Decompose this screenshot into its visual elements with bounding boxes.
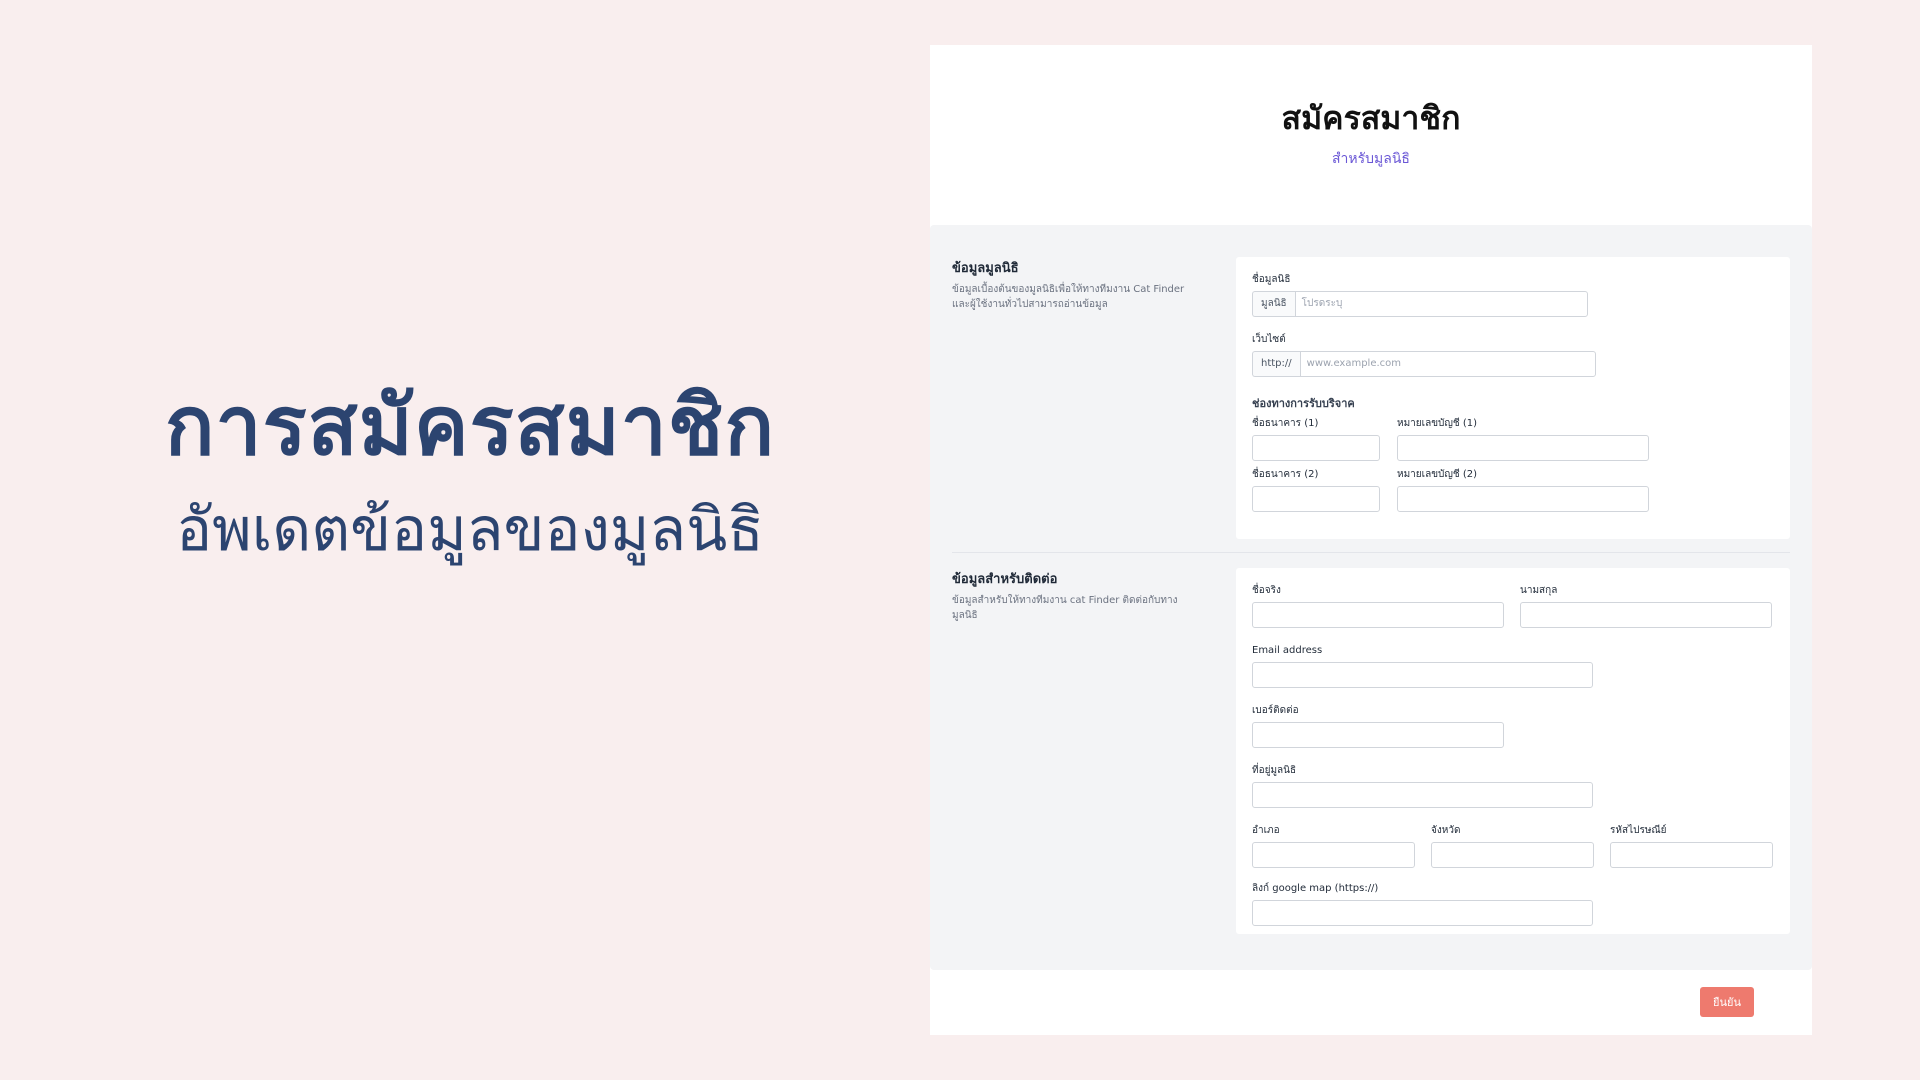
website-input[interactable]: www.example.com [1299,351,1596,377]
district-field: อำเภอ [1252,824,1415,868]
google-map-input[interactable] [1252,900,1593,926]
province-input[interactable] [1431,842,1594,868]
foundation-name-prefix: มูลนิธิ [1252,291,1295,317]
hero: การสมัครสมาชิก อัพเดตข้อมูลของมูลนิธิ [0,379,940,566]
website-prefix: http:// [1252,351,1300,377]
account1-input[interactable] [1397,435,1649,461]
hero-subtitle: อัพเดตข้อมูลของมูลนิธิ [176,495,764,566]
account2-input[interactable] [1397,486,1649,512]
address-input[interactable] [1252,782,1593,808]
last-name-input[interactable] [1520,602,1772,628]
donation-channels-title: ช่องทางการรับบริจาค [1252,397,1355,410]
last-name-label: นามสกุล [1520,585,1558,596]
bank2-input[interactable] [1252,486,1380,512]
postal-code-field: รหัสไปรษณีย์ [1610,824,1773,868]
first-name-field: ชื่อจริง [1252,584,1504,628]
form-header: สมัครสมาชิก สำหรับมูลนิธิ [930,45,1812,225]
first-name-label: ชื่อจริง [1252,585,1281,596]
account2-field: หมายเลขบัญชี (2) [1397,468,1649,512]
phone-field: เบอร์ติดต่อ [1252,704,1504,748]
foundation-name-input[interactable]: โปรดระบุ [1294,291,1588,317]
google-map-label: ลิงก์ google map (https://) [1252,883,1379,894]
postal-code-label: รหัสไปรษณีย์ [1610,825,1667,836]
postal-code-input[interactable] [1610,842,1773,868]
phone-input[interactable] [1252,722,1504,748]
website-field: เว็บไซต์ http:// www.example.com [1252,333,1596,377]
contact-panel: ชื่อจริง นามสกุล Email address เบอร์ติดต… [1236,568,1790,934]
bank1-input[interactable] [1252,435,1380,461]
last-name-field: นามสกุล [1520,584,1772,628]
form-footer: ยืนยัน [930,970,1812,1035]
account1-label: หมายเลขบัญชี (1) [1397,418,1478,429]
province-label: จังหวัด [1431,825,1461,836]
hero-title: การสมัครสมาชิก [164,379,776,474]
submit-button[interactable]: ยืนยัน [1700,987,1754,1017]
account2-label: หมายเลขบัญชี (2) [1397,469,1478,480]
first-name-input[interactable] [1252,602,1504,628]
district-label: อำเภอ [1252,825,1280,836]
foundation-section-title: ข้อมูลมูลนิธิ [952,261,1019,276]
address-field: ที่อยู่มูลนิธิ [1252,764,1593,808]
foundation-section-info: ข้อมูลมูลนิธิ ข้อมูลเบื้องต้นของมูลนิธิเ… [952,257,1197,312]
foundation-name-field: ชื่อมูลนิธิ มูลนิธิ โปรดระบุ [1252,273,1588,317]
email-field: Email address [1252,644,1593,688]
district-input[interactable] [1252,842,1415,868]
foundation-panel: ชื่อมูลนิธิ มูลนิธิ โปรดระบุ เว็บไซต์ ht… [1236,257,1790,539]
website-label: เว็บไซต์ [1252,334,1286,345]
bank2-label: ชื่อธนาคาร (2) [1252,469,1319,480]
bank1-label: ชื่อธนาคาร (1) [1252,418,1319,429]
contact-section-title: ข้อมูลสำหรับติดต่อ [952,572,1058,587]
registration-form-card: สมัครสมาชิก สำหรับมูลนิธิ ข้อมูลมูลนิธิ … [930,45,1812,1035]
form-title: สมัครสมาชิก [1281,99,1461,137]
contact-section-description: ข้อมูลสำหรับให้ทางทีมงาน cat Finder ติดต… [952,595,1178,621]
form-body: ข้อมูลมูลนิธิ ข้อมูลเบื้องต้นของมูลนิธิเ… [930,225,1812,970]
account1-field: หมายเลขบัญชี (1) [1397,417,1649,461]
address-label: ที่อยู่มูลนิธิ [1252,765,1297,776]
bank2-field: ชื่อธนาคาร (2) [1252,468,1380,512]
section-divider [952,552,1790,553]
foundation-name-label: ชื่อมูลนิธิ [1252,274,1291,285]
bank1-field: ชื่อธนาคาร (1) [1252,417,1380,461]
contact-section-info: ข้อมูลสำหรับติดต่อ ข้อมูลสำหรับให้ทางทีม… [952,568,1197,623]
phone-label: เบอร์ติดต่อ [1252,705,1299,716]
email-label: Email address [1252,645,1323,656]
email-input[interactable] [1252,662,1593,688]
foundation-section-description: ข้อมูลเบื้องต้นของมูลนิธิเพื่อให้ทางทีมง… [952,284,1185,310]
form-subtitle: สำหรับมูลนิธิ [1332,151,1410,168]
page: การสมัครสมาชิก อัพเดตข้อมูลของมูลนิธิ สม… [0,0,1920,1080]
province-field: จังหวัด [1431,824,1594,868]
google-map-field: ลิงก์ google map (https://) [1252,882,1593,926]
